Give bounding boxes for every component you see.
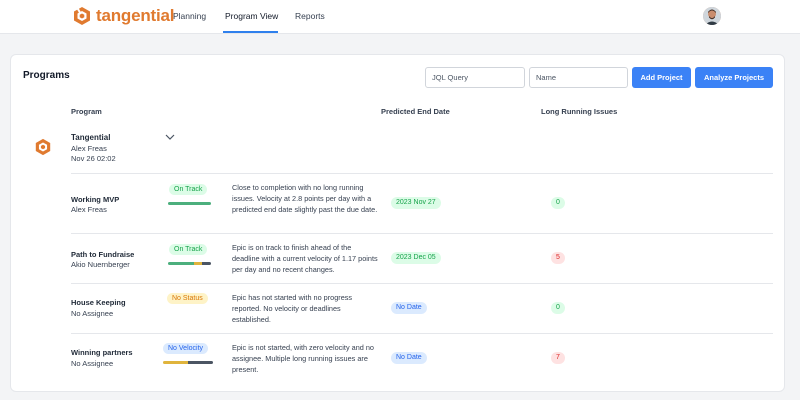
program-logo-icon: [35, 138, 51, 156]
top-nav: tangential Planning Program View Reports: [0, 0, 800, 34]
long-running-count: 7: [551, 352, 565, 364]
table-row[interactable]: Working MVP Alex Freas On Track Close to…: [71, 173, 773, 233]
program-date: Nov 26 02:02: [71, 154, 116, 163]
column-header-long-running-issues: Long Running Issues: [541, 107, 618, 116]
row-description: Epic is not started, with zero velocity …: [232, 343, 374, 374]
analyze-projects-button[interactable]: Analyze Projects: [695, 67, 773, 88]
program-owner: Alex Freas: [71, 144, 107, 153]
programs-title: Programs: [23, 70, 70, 81]
end-date-badge: 2023 Dec 05: [391, 252, 441, 264]
tangential-logo-icon: [74, 7, 90, 25]
row-owner: Alex Freas: [71, 205, 107, 214]
nav-program-view[interactable]: Program View: [225, 11, 278, 21]
column-header-predicted-end-date: Predicted End Date: [381, 107, 450, 116]
end-date-badge: No Date: [391, 302, 427, 314]
end-date-badge: No Date: [391, 352, 427, 364]
active-nav-indicator: [223, 31, 278, 33]
row-name[interactable]: Winning partners: [71, 348, 133, 357]
status-badge: On Track: [169, 244, 208, 255]
row-description: Epic has not started with no progress re…: [232, 293, 353, 324]
nav-planning[interactable]: Planning: [173, 11, 206, 21]
jql-query-input[interactable]: [425, 67, 525, 88]
progress-bar: [168, 202, 211, 205]
user-avatar[interactable]: [703, 7, 721, 25]
column-header-program: Program: [71, 107, 102, 116]
end-date-badge: 2023 Nov 27: [391, 197, 441, 209]
table-row[interactable]: Winning partners No Assignee No Velocity…: [71, 333, 773, 385]
row-owner: Akio Nuernberger: [71, 260, 130, 269]
row-name[interactable]: Path to Fundraise: [71, 250, 134, 259]
brand-logo[interactable]: tangential: [72, 5, 174, 27]
table-row[interactable]: Path to Fundraise Akio Nuernberger On Tr…: [71, 233, 773, 283]
long-running-count: 0: [551, 197, 565, 209]
add-project-button[interactable]: Add Project: [632, 67, 691, 88]
row-owner: No Assignee: [71, 359, 114, 368]
progress-bar: [168, 262, 211, 265]
status-badge: No Velocity: [163, 343, 209, 354]
row-description: Epic is on track to finish ahead of the …: [232, 243, 378, 274]
name-input[interactable]: [529, 67, 628, 88]
nav-reports[interactable]: Reports: [295, 11, 325, 21]
progress-bar: [163, 361, 213, 364]
row-description: Close to completion with no long running…: [232, 183, 378, 214]
brand-name: tangential: [96, 6, 175, 25]
status-badge: No Status: [167, 293, 208, 304]
row-name[interactable]: Working MVP: [71, 195, 119, 204]
program-name: Tangential: [71, 133, 111, 142]
user-avatar-icon: [703, 7, 721, 25]
chevron-down-icon[interactable]: [165, 134, 175, 141]
table-row[interactable]: House Keeping No Assignee No Status Epic…: [71, 283, 773, 333]
status-badge: On Track: [169, 184, 208, 195]
row-owner: No Assignee: [71, 309, 114, 318]
long-running-count: 5: [551, 252, 565, 264]
programs-card: Programs Add Project Analyze Projects Pr…: [10, 54, 785, 392]
row-name[interactable]: House Keeping: [71, 298, 126, 307]
long-running-count: 0: [551, 302, 565, 314]
